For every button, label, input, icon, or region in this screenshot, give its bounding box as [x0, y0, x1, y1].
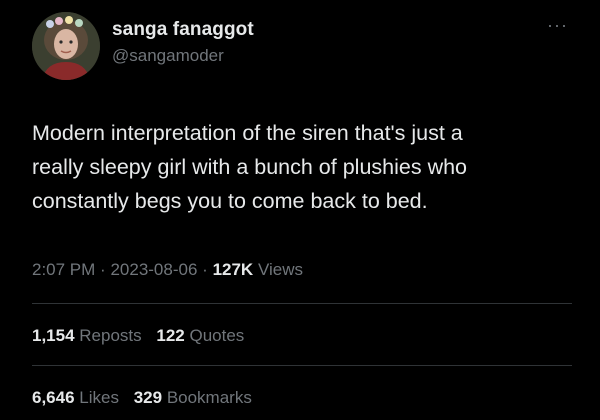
tweet-text: Modern interpretation of the siren that'…	[32, 121, 468, 213]
likes-stat[interactable]: 6,646 Likes	[32, 386, 119, 410]
quotes-stat[interactable]: 122 Quotes	[156, 324, 244, 348]
bookmarks-count: 329	[133, 388, 163, 407]
bookmarks-label: Bookmarks	[166, 388, 252, 407]
bookmarks-stat[interactable]: 329 Bookmarks	[134, 386, 252, 410]
likes-label: Likes	[79, 388, 119, 407]
repost-quote-stats: 1,154 Reposts 122 Quotes	[32, 324, 572, 348]
user-handle[interactable]: @sangamoder	[112, 44, 254, 68]
display-name[interactable]: sanga fanaggot	[112, 18, 254, 42]
like-bookmark-stats: 6,646 Likes 329 Bookmarks	[32, 386, 572, 410]
quotes-label: Quotes	[189, 326, 245, 345]
reposts-count: 1,154	[32, 326, 75, 345]
tweet-meta: 2:07 PM · 2023-08-06 · 127K Views	[32, 258, 572, 282]
tweet-date[interactable]: 2023-08-06	[110, 260, 197, 279]
user-names: sanga fanaggot @sangamoder	[112, 18, 254, 68]
tweet-time[interactable]: 2:07 PM	[32, 260, 95, 279]
meta-separator: ·	[100, 260, 106, 279]
reposts-stat[interactable]: 1,154 Reposts	[32, 324, 142, 348]
likes-count: 6,646	[32, 388, 75, 407]
views-label: Views	[257, 260, 303, 279]
divider	[32, 303, 572, 304]
views-count: 127K	[212, 260, 254, 279]
divider	[32, 365, 572, 366]
avatar-image	[32, 12, 100, 80]
quotes-count: 122	[156, 326, 185, 345]
tweet-header: sanga fanaggot @sangamoder ···	[32, 12, 572, 80]
reposts-label: Reposts	[79, 326, 142, 345]
avatar[interactable]	[32, 12, 100, 80]
more-options-icon[interactable]: ···	[547, 16, 568, 34]
meta-separator: ·	[202, 260, 208, 279]
